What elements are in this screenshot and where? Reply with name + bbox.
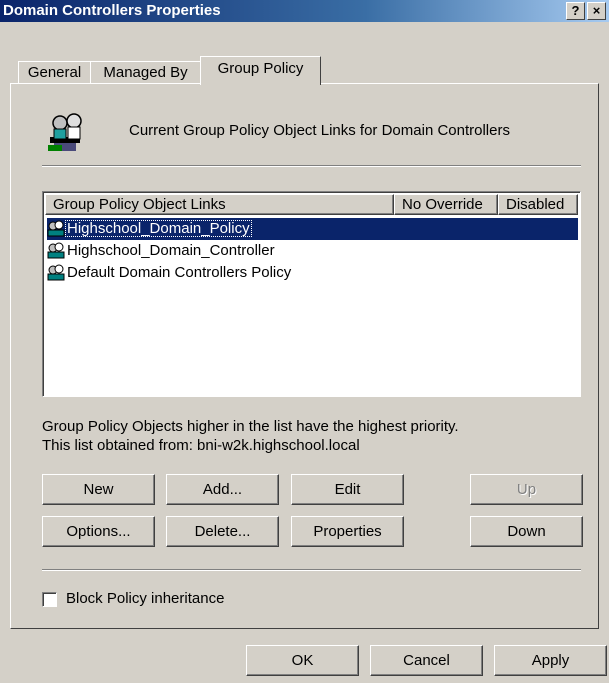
column-header-no-override[interactable]: No Override [394, 194, 498, 215]
header-text: Current Group Policy Object Links for Do… [129, 122, 510, 139]
gpo-icon [47, 264, 65, 281]
add-button[interactable]: Add... [166, 474, 279, 505]
help-button[interactable]: ? [566, 2, 585, 20]
tab-group-policy[interactable]: Group Policy [200, 56, 321, 85]
close-button[interactable]: × [587, 2, 606, 20]
tab-general[interactable]: General [18, 61, 91, 84]
list-item[interactable]: Highschool_Domain_Policy [47, 218, 578, 240]
priority-info-text: Group Policy Objects higher in the list … [42, 418, 459, 435]
gpo-users-icon [48, 113, 82, 151]
new-button[interactable]: New [42, 474, 155, 505]
list-item[interactable]: Default Domain Controllers Policy [47, 262, 293, 284]
up-button[interactable]: Up [470, 474, 583, 505]
list-item-label: Highschool_Domain_Policy [65, 220, 252, 237]
block-inheritance-label[interactable]: Block Policy inheritance [66, 590, 224, 607]
edit-button[interactable]: Edit [291, 474, 404, 505]
separator [42, 569, 581, 571]
column-header-links[interactable]: Group Policy Object Links [45, 194, 394, 215]
title-bar[interactable]: Domain Controllers Properties ? × [0, 0, 609, 22]
options-button[interactable]: Options... [42, 516, 155, 547]
ok-button[interactable]: OK [246, 645, 359, 676]
source-info-text: This list obtained from: bni-w2k.highsch… [42, 437, 360, 454]
tab-managed-by[interactable]: Managed By [90, 61, 201, 84]
gpo-icon [47, 242, 65, 259]
down-button[interactable]: Down [470, 516, 583, 547]
list-item[interactable]: Highschool_Domain_Controller [47, 240, 277, 262]
delete-button[interactable]: Delete... [166, 516, 279, 547]
separator [42, 165, 581, 167]
block-inheritance-checkbox[interactable] [42, 592, 57, 607]
apply-button[interactable]: Apply [494, 645, 607, 676]
gpo-list[interactable]: Group Policy Object Links No Override Di… [42, 191, 581, 397]
window-title: Domain Controllers Properties [3, 2, 221, 19]
column-header-disabled[interactable]: Disabled [498, 194, 578, 215]
list-item-label: Highschool_Domain_Controller [67, 242, 275, 259]
properties-button[interactable]: Properties [291, 516, 404, 547]
gpo-icon [47, 220, 65, 237]
cancel-button[interactable]: Cancel [370, 645, 483, 676]
list-item-label: Default Domain Controllers Policy [67, 264, 292, 281]
